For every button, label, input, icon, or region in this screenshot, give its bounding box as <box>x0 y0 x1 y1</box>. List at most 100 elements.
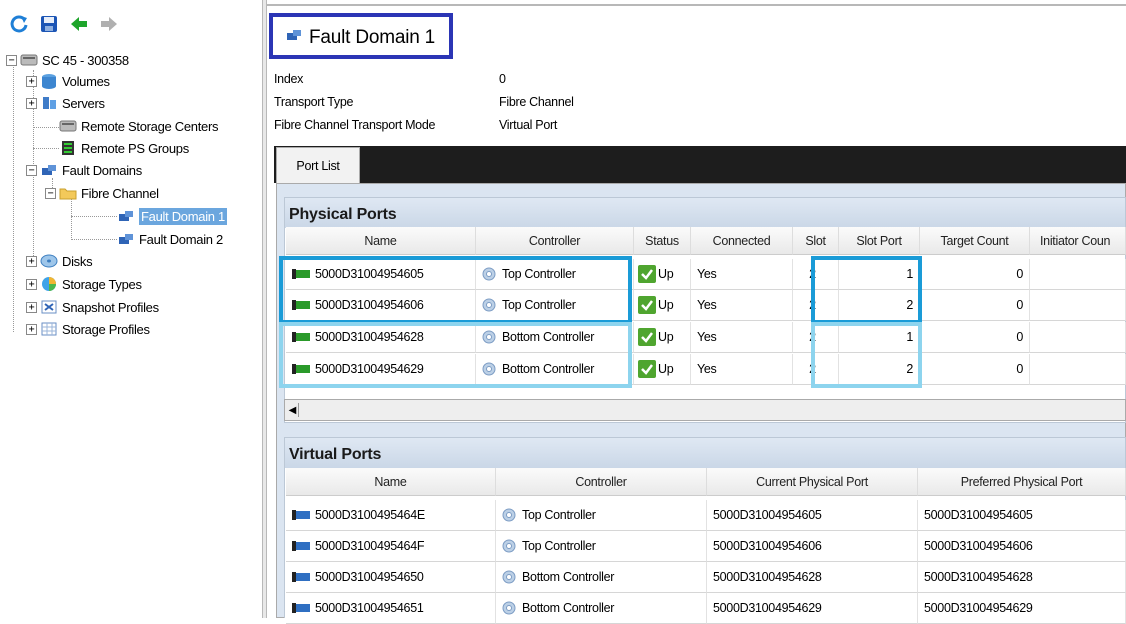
storage-center-icon <box>59 118 77 134</box>
virtual-ports-title: Virtual Ports <box>285 438 1125 468</box>
back-arrow-icon[interactable] <box>68 13 90 35</box>
status-cell: Up <box>634 290 691 321</box>
tree-label-remote-ps-groups: Remote PS Groups <box>81 140 189 156</box>
tree-item-disks[interactable]: + Disks <box>26 251 93 271</box>
connected-cell: Yes <box>691 290 793 321</box>
table-row[interactable]: 5000D31004954650 <box>286 562 496 593</box>
top-controller-highlight <box>279 256 632 324</box>
bottom-slot-highlight <box>811 322 922 388</box>
port-name: 5000D3100495464F <box>315 539 425 553</box>
current-port-cell: 5000D31004954606 <box>707 531 918 562</box>
servers-icon <box>40 95 58 111</box>
expand-icon[interactable]: + <box>26 255 37 267</box>
target-count-cell: 0 <box>920 322 1030 353</box>
tree-item-storage-profiles[interactable]: + Storage Profiles <box>26 319 150 339</box>
tree-item-fault-domain-2[interactable]: Fault Domain 2 <box>117 229 223 249</box>
prop-value-transport-type: Fibre Channel <box>499 95 574 109</box>
column-header-connected[interactable]: Connected <box>691 227 793 255</box>
status-cell: Up <box>634 259 691 290</box>
checkmark-icon <box>638 265 656 283</box>
column-header-target-count[interactable]: Target Count <box>920 227 1030 255</box>
table-row[interactable]: 5000D31004954651 <box>286 593 496 624</box>
tab-port-list[interactable]: Port List <box>276 147 360 183</box>
status-text: Up <box>658 298 674 312</box>
port-name: 5000D31004954650 <box>315 570 424 584</box>
expand-icon[interactable]: + <box>26 75 37 87</box>
forward-arrow-icon[interactable] <box>98 13 120 35</box>
physical-ports-title: Physical Ports <box>285 198 1125 228</box>
fault-domain-icon <box>117 208 135 224</box>
folder-icon <box>59 185 77 201</box>
current-port-cell: 5000D31004954605 <box>707 500 918 531</box>
target-count-cell: 0 <box>920 354 1030 385</box>
volumes-icon <box>40 73 58 89</box>
tree-item-snapshot-profiles[interactable]: + Snapshot Profiles <box>26 297 159 317</box>
gear-icon <box>502 570 516 584</box>
expand-icon[interactable]: + <box>26 323 37 335</box>
controller-cell: Top Controller <box>496 500 707 531</box>
tree-item-remote-storage-centers[interactable]: Remote Storage Centers <box>59 116 219 136</box>
collapse-icon[interactable]: − <box>45 187 56 199</box>
scroll-left-icon[interactable]: ◀ <box>287 403 299 417</box>
preferred-port-cell: 5000D31004954606 <box>918 531 1126 562</box>
checkmark-icon <box>638 296 656 314</box>
tree-item-fault-domains[interactable]: − Fault Domains <box>26 160 142 180</box>
prop-label-index: Index <box>274 72 304 86</box>
preferred-port-cell: 5000D31004954629 <box>918 593 1126 624</box>
prop-label-transport-mode: Fibre Channel Transport Mode <box>274 118 436 132</box>
status-text: Up <box>658 362 674 376</box>
tree-item-root[interactable]: − SC 45 - 300358 <box>6 50 129 70</box>
expand-icon[interactable]: + <box>26 301 37 313</box>
storage-center-icon <box>20 52 38 68</box>
column-header-slot-port[interactable]: Slot Port <box>839 227 920 255</box>
initiator-count-cell <box>1030 259 1126 290</box>
initiator-count-cell <box>1030 354 1126 385</box>
column-header-name[interactable]: Name <box>286 468 496 496</box>
tree-label-servers: Servers <box>62 95 105 111</box>
connected-cell: Yes <box>691 259 793 290</box>
expand-icon[interactable]: + <box>26 278 37 290</box>
page-title: Fault Domain 1 <box>285 27 435 49</box>
column-header-status[interactable]: Status <box>634 227 691 255</box>
port-name: 5000D3100495464E <box>315 508 425 522</box>
column-header-controller[interactable]: Controller <box>496 468 707 496</box>
prop-label-transport-type: Transport Type <box>274 95 354 109</box>
collapse-icon[interactable]: − <box>6 54 17 66</box>
refresh-icon[interactable] <box>8 13 30 35</box>
current-port-cell: 5000D31004954628 <box>707 562 918 593</box>
ps-group-icon <box>59 140 77 156</box>
column-header-slot[interactable]: Slot <box>793 227 839 255</box>
tree-item-fibre-channel[interactable]: − Fibre Channel <box>45 183 159 203</box>
tree-label-root: SC 45 - 300358 <box>42 52 129 68</box>
tree-item-volumes[interactable]: + Volumes <box>26 71 110 91</box>
controller-name: Bottom Controller <box>522 570 615 584</box>
column-header-preferred-physical-port[interactable]: Preferred Physical Port <box>918 468 1126 496</box>
gear-icon <box>502 601 516 615</box>
virtual-port-icon <box>292 571 310 583</box>
tree-item-storage-types[interactable]: + Storage Types <box>26 274 142 294</box>
virtual-port-icon <box>292 540 310 552</box>
tree-item-remote-ps-groups[interactable]: Remote PS Groups <box>59 138 189 158</box>
collapse-icon[interactable]: − <box>26 164 37 176</box>
tree-item-servers[interactable]: + Servers <box>26 93 105 113</box>
tree-label-fault-domain-1: Fault Domain 1 <box>139 207 227 225</box>
controller-cell: Bottom Controller <box>496 593 707 624</box>
save-icon[interactable] <box>38 13 60 35</box>
column-header-current-physical-port[interactable]: Current Physical Port <box>707 468 918 496</box>
column-header-name[interactable]: Name <box>286 227 476 255</box>
horizontal-scrollbar[interactable]: ◀ <box>284 399 1126 421</box>
connected-cell: Yes <box>691 322 793 353</box>
gear-icon <box>502 539 516 553</box>
tree-item-fault-domain-1[interactable]: Fault Domain 1 <box>117 206 227 226</box>
column-header-controller[interactable]: Controller <box>476 227 634 255</box>
column-header-initiator-count[interactable]: Initiator Coun <box>1030 227 1126 255</box>
preferred-port-cell: 5000D31004954628 <box>918 562 1126 593</box>
gear-icon <box>502 508 516 522</box>
checkmark-icon <box>638 328 656 346</box>
preferred-port-cell: 5000D31004954605 <box>918 500 1126 531</box>
expand-icon[interactable]: + <box>26 97 37 109</box>
fault-domain-icon <box>40 162 58 178</box>
table-row[interactable]: 5000D3100495464F <box>286 531 496 562</box>
top-slot-highlight <box>811 256 922 324</box>
table-row[interactable]: 5000D3100495464E <box>286 500 496 531</box>
